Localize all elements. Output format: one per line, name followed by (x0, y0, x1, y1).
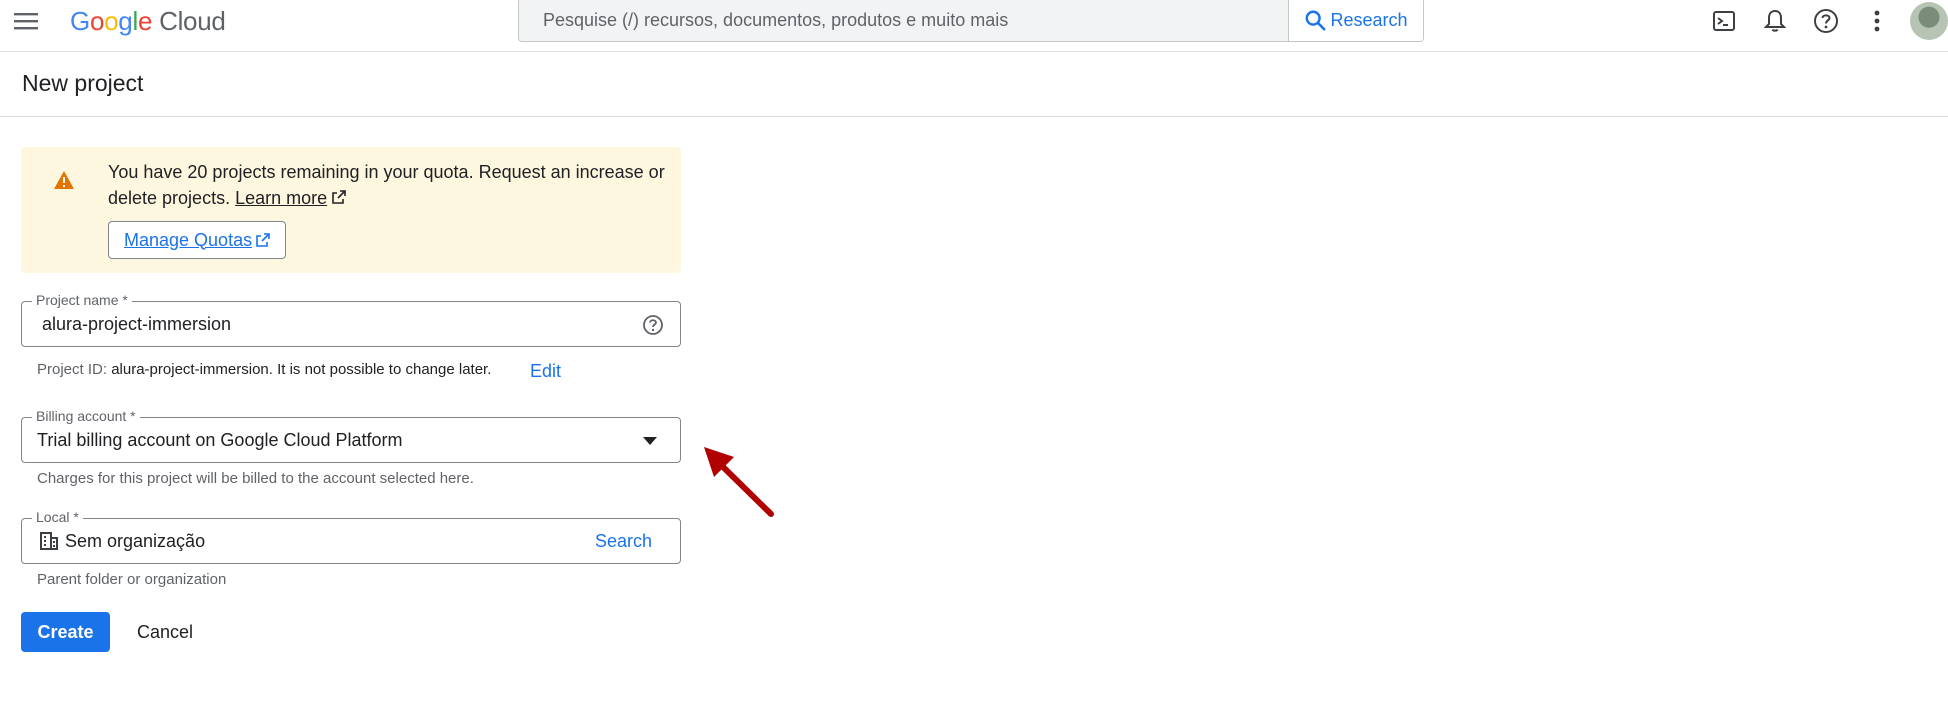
create-button[interactable]: Create (21, 612, 110, 652)
annotation-arrow-icon (704, 447, 774, 517)
manage-quotas-button[interactable]: Manage Quotas (108, 221, 287, 259)
cancel-button[interactable]: Cancel (124, 612, 206, 652)
more-vert-icon[interactable] (1851, 0, 1902, 42)
page-title: New project (22, 70, 144, 96)
billing-account-label: Billing account * (32, 408, 140, 424)
top-app-bar: GoogleCloud Research (0, 0, 1948, 52)
warning-icon (54, 171, 74, 189)
external-link-icon (256, 233, 270, 247)
banner-text: You have 20 projects remaining in your q… (108, 159, 668, 211)
billing-account-select[interactable]: Billing account * Trial billing account … (21, 408, 681, 463)
search-input[interactable] (519, 0, 1291, 41)
search-bar: Research (518, 0, 1424, 42)
help-icon[interactable] (642, 314, 664, 336)
search-icon (1306, 10, 1326, 31)
billing-account-value: Trial billing account on Google Cloud Pl… (37, 430, 403, 450)
bell-icon[interactable] (1749, 0, 1800, 42)
edit-project-id-link[interactable]: Edit (530, 361, 561, 382)
terminal-icon[interactable] (1698, 0, 1749, 42)
project-name-field[interactable]: Project name * alura-project-immersion (21, 292, 681, 347)
external-link-icon (332, 190, 346, 204)
location-search-button[interactable]: Search (595, 531, 652, 552)
research-button[interactable]: Research (1288, 0, 1423, 41)
menu-icon[interactable] (12, 7, 40, 35)
page-header: New project (0, 52, 1948, 117)
location-value: Sem organização (65, 531, 206, 551)
project-name-value: alura-project-immersion (42, 314, 232, 334)
project-name-label: Project name * (32, 292, 132, 308)
quota-banner: You have 20 projects remaining in your q… (21, 147, 681, 273)
location-label: Local * (32, 509, 83, 525)
project-id: alura-project-immersion (111, 361, 269, 378)
manage-quotas-label: Manage Quotas (124, 229, 253, 250)
dropdown-arrow-icon (643, 437, 657, 445)
location-field[interactable]: Local * Sem organização Search (21, 509, 681, 564)
top-icons (1698, 0, 1948, 42)
building-icon (40, 532, 58, 550)
quota-message: You have 20 projects remaining in your q… (108, 162, 665, 208)
avatar[interactable] (1910, 2, 1948, 40)
learn-more-link[interactable]: Learn more (235, 188, 327, 208)
google-cloud-logo[interactable]: Google Cloud (70, 4, 226, 38)
help-icon[interactable] (1800, 0, 1851, 42)
research-label: Research (1330, 9, 1408, 30)
